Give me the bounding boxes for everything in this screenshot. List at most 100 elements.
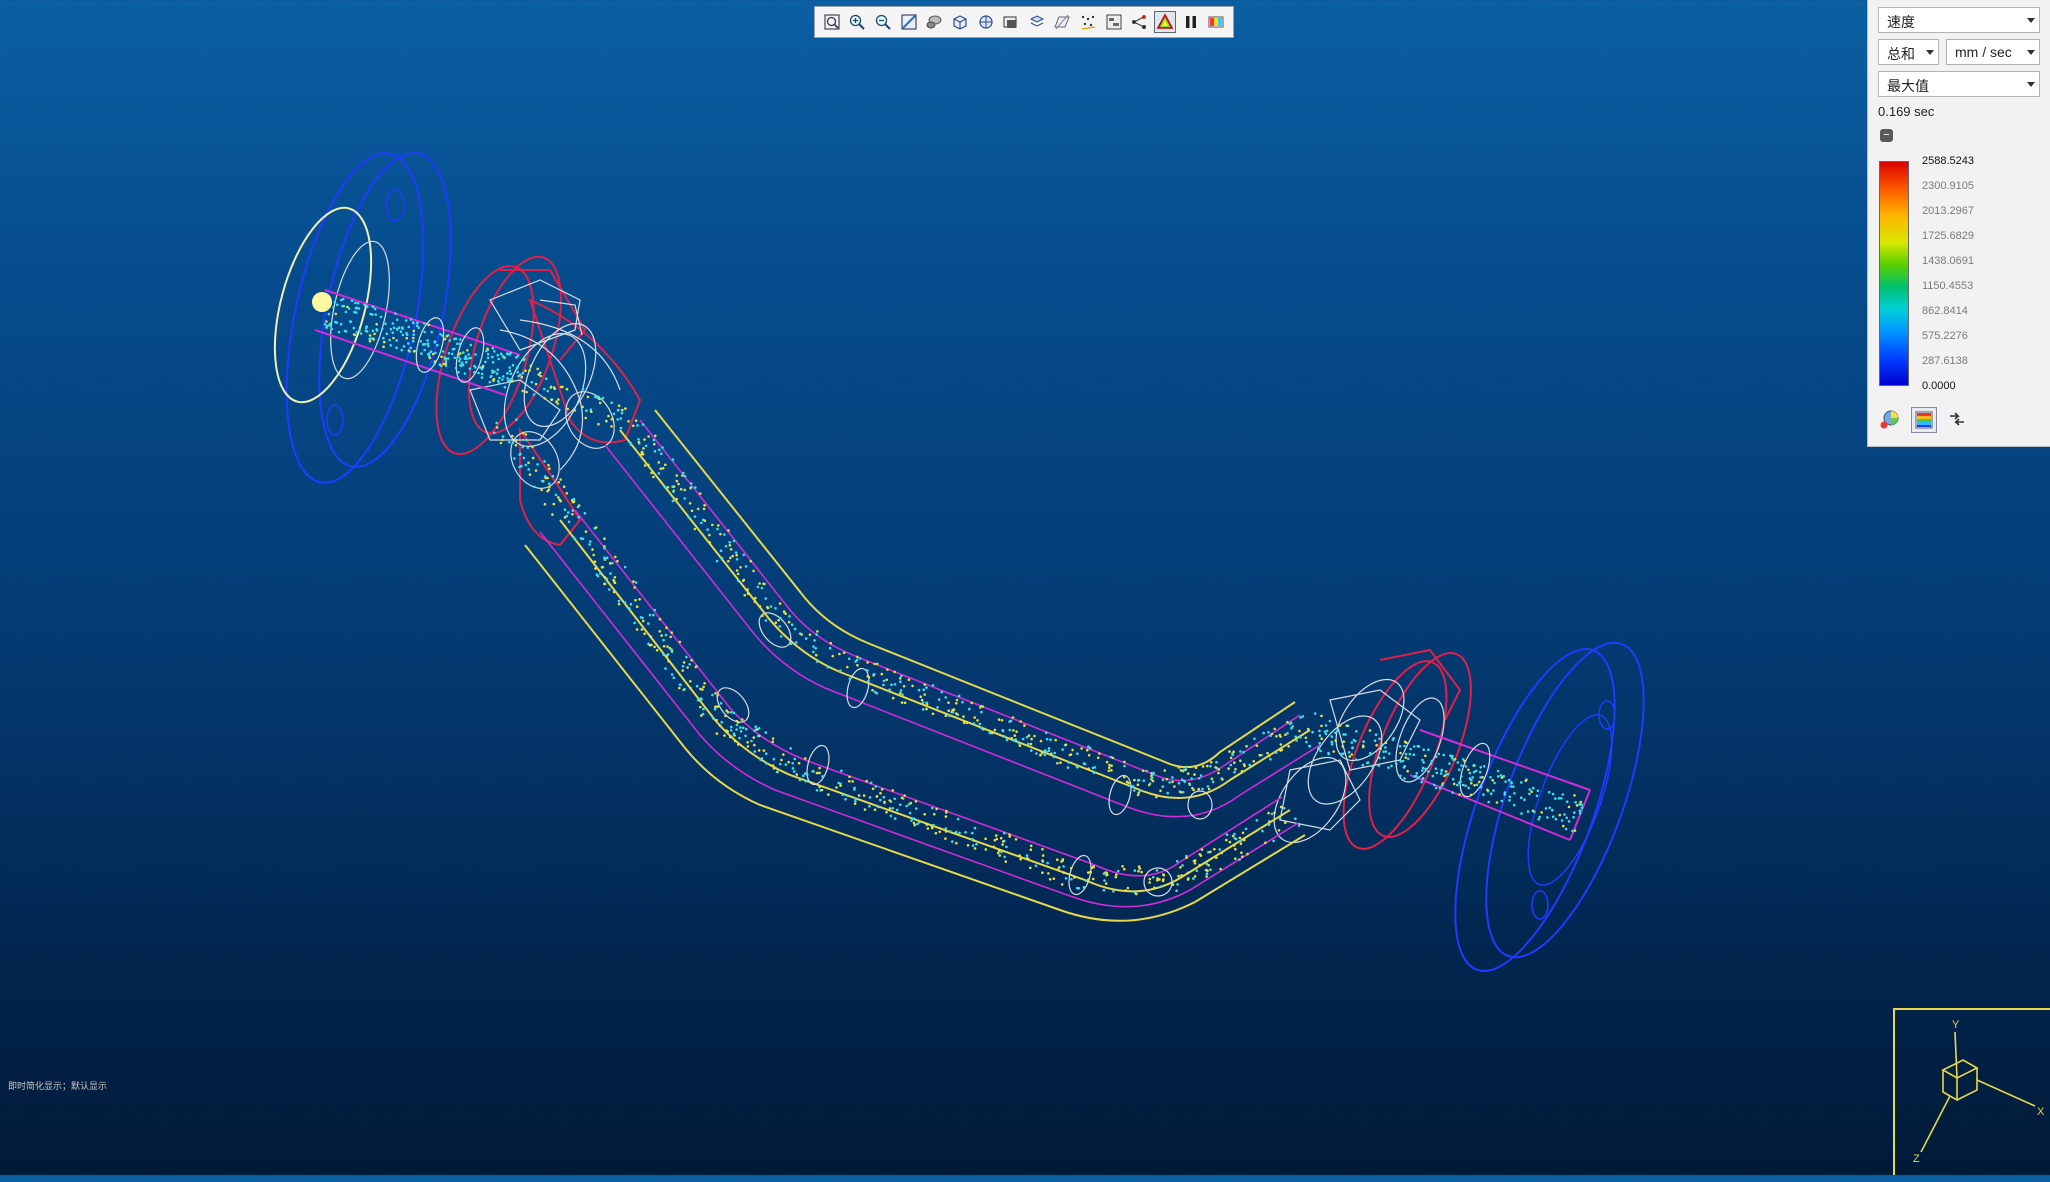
flow-particle bbox=[670, 647, 673, 651]
flow-particle bbox=[955, 702, 958, 705]
flow-particle bbox=[1579, 800, 1582, 804]
flow-particle bbox=[856, 655, 859, 659]
display-settings-icon[interactable] bbox=[1000, 11, 1022, 33]
flow-particle bbox=[1464, 784, 1467, 787]
saved-views-icon[interactable] bbox=[975, 11, 997, 33]
flow-particle bbox=[1278, 816, 1282, 820]
flow-particle bbox=[510, 380, 514, 383]
flow-particle bbox=[724, 544, 728, 548]
flow-particle bbox=[1193, 875, 1197, 878]
flow-particle bbox=[1499, 774, 1503, 777]
flow-particle bbox=[366, 305, 369, 309]
flow-particle bbox=[769, 605, 773, 608]
flow-particle bbox=[1033, 734, 1036, 738]
flow-particle bbox=[401, 326, 404, 330]
flow-particle bbox=[793, 627, 797, 631]
flow-particle bbox=[1013, 734, 1017, 737]
flow-particle bbox=[1029, 844, 1033, 848]
flow-particle bbox=[708, 541, 712, 544]
flow-particle bbox=[931, 712, 935, 716]
flow-particle bbox=[1533, 810, 1536, 814]
flow-particle bbox=[501, 378, 504, 381]
flow-particle bbox=[922, 688, 925, 691]
legend-toggle-icon[interactable] bbox=[1205, 11, 1227, 33]
flow-particle bbox=[1087, 745, 1090, 748]
zoom-fit-icon[interactable] bbox=[821, 11, 843, 33]
zoom-in-icon[interactable] bbox=[847, 11, 869, 33]
flow-particle bbox=[499, 352, 503, 356]
flow-particle bbox=[350, 299, 354, 303]
flow-particle bbox=[1563, 813, 1566, 816]
flow-particle bbox=[711, 717, 715, 720]
flow-particle bbox=[1104, 882, 1108, 885]
flow-particle bbox=[925, 823, 929, 826]
flow-particle bbox=[757, 727, 761, 730]
flow-particle bbox=[515, 438, 518, 442]
palette-icon[interactable] bbox=[1911, 407, 1937, 433]
flow-particle bbox=[994, 834, 998, 837]
flow-particle bbox=[1228, 840, 1232, 844]
flow-particle bbox=[383, 340, 386, 344]
flow-particle bbox=[745, 727, 748, 731]
3d-viewport[interactable] bbox=[0, 0, 2050, 1175]
flow-particle bbox=[696, 507, 700, 511]
results-triangle-icon[interactable] bbox=[1154, 11, 1176, 33]
flow-particle bbox=[727, 529, 730, 532]
flow-particle bbox=[677, 482, 680, 486]
render-style-icon[interactable] bbox=[924, 11, 946, 33]
flow-particle bbox=[956, 817, 960, 821]
flow-particle bbox=[468, 367, 472, 371]
flow-particle bbox=[369, 337, 373, 340]
flow-particle bbox=[384, 322, 387, 326]
flow-particle bbox=[1277, 829, 1281, 832]
flow-particle bbox=[848, 677, 852, 681]
flow-particle bbox=[944, 714, 948, 718]
unit-select[interactable]: mm / sec bbox=[1946, 39, 2040, 65]
flow-particle bbox=[934, 831, 938, 835]
pause-icon[interactable] bbox=[1180, 11, 1202, 33]
quantity-select[interactable]: 速度 bbox=[1878, 7, 2040, 33]
flow-particle bbox=[862, 794, 866, 797]
mode-select[interactable]: 最大值 bbox=[1878, 71, 2040, 97]
view-cube-icon[interactable] bbox=[949, 11, 971, 33]
flow-particle bbox=[872, 672, 876, 676]
component-select[interactable]: 总和 bbox=[1878, 39, 1939, 65]
flow-particle bbox=[1027, 734, 1031, 737]
flow-particle bbox=[681, 474, 684, 477]
swap-scale-icon[interactable] bbox=[1945, 407, 1969, 431]
flow-particle bbox=[782, 610, 786, 613]
flow-particle bbox=[653, 450, 657, 453]
collapse-legend-button[interactable]: − bbox=[1880, 129, 1893, 142]
zoom-out-icon[interactable] bbox=[872, 11, 894, 33]
layers-icon[interactable] bbox=[1026, 11, 1048, 33]
flow-particle bbox=[1040, 751, 1044, 755]
flow-particle bbox=[954, 830, 958, 834]
flow-particle bbox=[835, 786, 838, 789]
inlet-marker[interactable] bbox=[312, 292, 332, 312]
flow-particle bbox=[1199, 774, 1203, 777]
model-tree-icon[interactable] bbox=[1103, 11, 1125, 33]
scale-settings-icon[interactable] bbox=[1878, 407, 1902, 431]
flow-particle bbox=[584, 530, 588, 533]
orientation-triad[interactable]: Y X Z bbox=[1893, 1008, 2050, 1175]
flow-particle bbox=[715, 718, 718, 722]
section-plane-icon[interactable] bbox=[1052, 11, 1074, 33]
flow-particle bbox=[788, 615, 791, 618]
flow-particle bbox=[778, 602, 782, 605]
repaint-icon[interactable] bbox=[898, 11, 920, 33]
flow-particle bbox=[599, 572, 602, 575]
particles-icon[interactable] bbox=[1077, 11, 1099, 33]
flow-particle bbox=[641, 423, 645, 426]
flow-particle bbox=[457, 371, 460, 374]
flow-particle bbox=[491, 361, 495, 364]
flow-particle bbox=[665, 626, 668, 629]
flow-particle bbox=[879, 798, 882, 802]
flow-particle bbox=[392, 326, 396, 330]
flow-particle bbox=[1504, 780, 1507, 783]
flow-path-icon[interactable] bbox=[1129, 11, 1151, 33]
flow-particle bbox=[1026, 857, 1030, 861]
flow-particle bbox=[675, 474, 679, 477]
flow-particle bbox=[782, 753, 785, 756]
flow-particle bbox=[992, 845, 996, 849]
flow-particle bbox=[609, 572, 612, 575]
